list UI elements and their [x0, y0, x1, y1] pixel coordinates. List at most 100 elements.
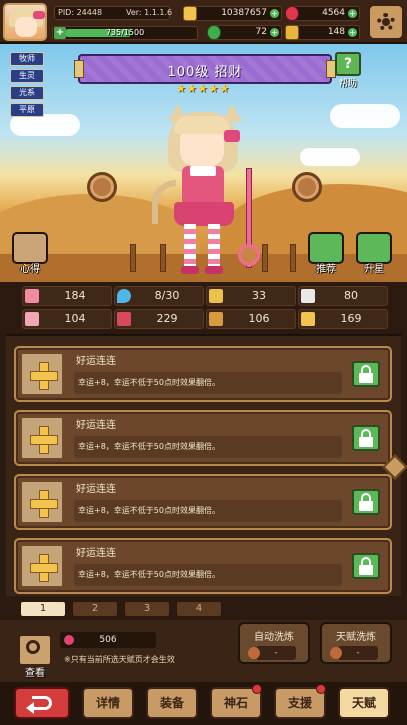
tab-page-4[interactable]: 4 — [176, 601, 222, 617]
shield-icon — [25, 312, 39, 326]
talent-icon-box — [20, 416, 64, 460]
talent-desc: 幸运+8，幸运不低于50点时效果翻倍。 — [74, 372, 342, 394]
talent-reroll-button[interactable]: 天赋洗炼 - — [320, 622, 392, 664]
help-button[interactable]: ? 帮助 — [333, 52, 363, 89]
lock-button[interactable] — [352, 553, 380, 579]
upgrade-star-label: 升星 — [364, 264, 384, 275]
notes-label: 心得 — [20, 264, 40, 275]
recommend-label: 推荐 — [316, 264, 336, 275]
add-ruby-icon[interactable]: + — [348, 9, 357, 18]
talent-row[interactable]: 好运连连 幸运+8，幸运不低于50点时效果翻倍。 — [14, 538, 392, 594]
stat-speed: 80 — [298, 286, 388, 306]
avatar-face — [15, 17, 37, 37]
next-orb-icon[interactable] — [292, 172, 322, 202]
stat-mp-value: 8/30 — [154, 289, 180, 302]
stat-crit: 106 — [206, 309, 296, 329]
gold-counter: 10387657 + — [183, 6, 282, 21]
stat-atk: 33 — [206, 286, 296, 306]
fence-post — [130, 244, 136, 272]
top-bar: PID: 24448 Ver: 1.1.1.6 + 735/1500 10387… — [0, 0, 407, 44]
upgrade-star-button[interactable]: 升星 — [354, 232, 394, 278]
lock-icon-body — [359, 565, 373, 575]
back-arrow-icon — [32, 696, 52, 710]
key-icon — [285, 25, 299, 40]
auto-reroll-button[interactable]: 自动洗炼 - — [238, 622, 310, 664]
talent-reroll-cost: - — [330, 646, 378, 660]
lock-button[interactable] — [352, 489, 380, 515]
hero-bangs — [174, 116, 230, 134]
tag-element: 光系 — [10, 86, 44, 100]
settings-button[interactable] — [368, 4, 404, 40]
view-button[interactable]: 查看 — [18, 634, 52, 679]
hero-leg — [184, 224, 196, 268]
cloud — [300, 148, 360, 166]
add-key-icon[interactable]: + — [348, 28, 357, 37]
add-clover-icon[interactable]: + — [270, 28, 279, 37]
stat-luck-value: 169 — [340, 312, 362, 325]
hero-character — [152, 104, 270, 282]
hero-collar — [190, 166, 216, 176]
lock-icon-body — [359, 437, 373, 447]
talent-row[interactable]: 好运连连 幸运+8，幸运不低于50点时效果翻倍。 — [14, 346, 392, 402]
fist-icon — [209, 289, 223, 303]
reroll-note: ※只有当前所选天赋页才会生效 — [64, 655, 175, 664]
key-value: 148 — [327, 27, 345, 37]
hero-staff-head — [238, 244, 260, 266]
talent-name: 好运连连 — [76, 356, 116, 367]
gold-value: 10387657 — [221, 8, 267, 18]
stat-hp: 184 — [22, 286, 112, 306]
magnifier-icon — [26, 640, 40, 654]
wing-icon — [301, 289, 315, 303]
prev-orb-icon[interactable] — [87, 172, 117, 202]
talent-row[interactable]: 好运连连 幸运+8，幸运不低于50点时效果翻倍。 — [14, 474, 392, 530]
stat-hp-value: 184 — [64, 289, 86, 302]
back-arrow-tip — [26, 702, 34, 714]
stairs-icon — [209, 312, 223, 326]
hero-title-banner: 100级 招财 — [74, 54, 336, 84]
heart-icon — [25, 289, 39, 303]
bottom-nav: 详情 装备 神石 支援 天赋 — [0, 682, 407, 725]
hero-stars: ★★★★★ — [176, 82, 231, 95]
tab-equipment[interactable]: 装备 — [146, 687, 198, 719]
tab-page-3[interactable]: 3 — [124, 601, 170, 617]
talent-desc: 幸运+8，幸运不低于50点时效果翻倍。 — [74, 564, 342, 586]
talent-name: 好运连连 — [76, 548, 116, 559]
lock-button[interactable] — [352, 425, 380, 451]
talent-icon-box — [20, 544, 64, 588]
version-label: Ver: 1.1.1.6 — [126, 8, 173, 17]
hero-ribbon — [224, 130, 240, 142]
clover-icon — [207, 25, 221, 40]
talent-desc: 幸运+8，幸运不低于50点时效果翻倍。 — [74, 436, 342, 458]
bag-icon — [330, 647, 342, 659]
back-button[interactable] — [14, 687, 70, 719]
talent-icon-box — [20, 352, 64, 396]
recommend-button[interactable]: 推荐 — [306, 232, 346, 278]
talent-desc: 幸运+8，幸运不低于50点时效果翻倍。 — [74, 500, 342, 522]
view-label: 查看 — [25, 668, 45, 679]
notes-button[interactable]: 心得 — [10, 232, 50, 278]
lock-button[interactable] — [352, 361, 380, 387]
cross-icon — [30, 371, 58, 381]
talent-name: 好运连连 — [76, 484, 116, 495]
clover-counter: 72 + — [207, 25, 282, 40]
fence-post — [290, 244, 296, 272]
tab-page-1[interactable]: 1 — [20, 601, 66, 617]
question-icon: ? — [335, 52, 361, 76]
lock-icon-body — [359, 373, 373, 383]
tab-page-2[interactable]: 2 — [72, 601, 118, 617]
notification-dot — [316, 684, 326, 694]
ruby-icon — [285, 6, 299, 21]
player-avatar[interactable] — [3, 3, 47, 41]
tab-talent[interactable]: 天赋 — [338, 687, 390, 719]
notification-dot — [252, 684, 262, 694]
stat-luck: 169 — [298, 309, 388, 329]
hero-leg — [208, 224, 220, 268]
book-icon — [117, 312, 131, 326]
hero-shoe — [205, 266, 223, 274]
tab-details[interactable]: 详情 — [82, 687, 134, 719]
talent-row[interactable]: 好运连连 幸运+8，幸运不低于50点时效果翻倍。 — [14, 410, 392, 466]
exp-bar: + 735/1500 — [52, 26, 198, 40]
add-gold-icon[interactable]: + — [270, 9, 279, 18]
hero-tags: 牧师 生灵 光系 平原 — [10, 52, 44, 120]
horseshoe-icon — [301, 312, 315, 326]
